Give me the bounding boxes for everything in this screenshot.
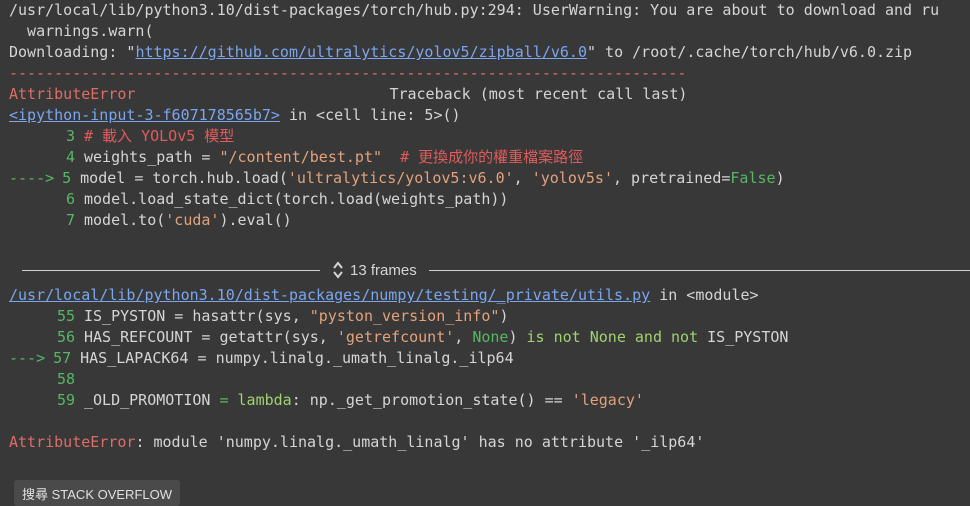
code-line-current: ----> 5 model = torch.hub.load('ultralytic… <box>9 169 785 187</box>
final-error: AttributeError: module 'numpy.linalg._um… <box>9 432 970 453</box>
cell-output: /usr/local/lib/python3.10/dist-packages/… <box>9 0 970 231</box>
numpy-frame: /usr/local/lib/python3.10/dist-packages/… <box>9 285 970 453</box>
final-error-name: AttributeError <box>9 433 136 451</box>
code-line: 7 model.to('cuda').eval() <box>65 211 292 229</box>
warning-call: warnings.warn( <box>9 22 154 40</box>
frame-location: /usr/local/lib/python3.10/dist-packages/… <box>9 286 759 304</box>
separator: ----------------------------------------… <box>9 64 687 82</box>
collapsed-frames[interactable]: 13 frames <box>0 258 970 282</box>
error-name: AttributeError <box>9 85 136 103</box>
final-error-message: : module 'numpy.linalg._umath_linalg' ha… <box>135 433 705 451</box>
warning-line: /usr/local/lib/python3.10/dist-packages/… <box>9 1 940 19</box>
download-url-link[interactable]: https://github.com/ultralytics/yolov5/zi… <box>135 43 587 61</box>
divider <box>428 269 970 271</box>
divider <box>22 269 320 271</box>
code-line: 58 <box>56 370 75 388</box>
code-line: 59 _OLD_PROMOTION = lambda: np._get_promo… <box>56 391 644 409</box>
traceback-title: Traceback (most recent call last) <box>389 85 688 103</box>
downloading-line: Downloading: "https://github.com/ultraly… <box>9 43 913 61</box>
code-line: 55 IS_PYSTON = hasattr(sys, "pyston_versi… <box>56 307 509 325</box>
search-stack-overflow-button[interactable]: 搜尋 STACK OVERFLOW <box>14 480 180 506</box>
cell-location: <ipython-input-3-f607178565b7> in <cell … <box>9 106 461 124</box>
code-line: 4 weights_path = "/content/best.pt" # 更換成… <box>65 148 584 166</box>
code-line: 3 # 載入 YOLOv5 模型 <box>65 127 235 145</box>
traceback-header: AttributeError Traceback (most recent cal… <box>9 84 970 105</box>
frames-label: 13 frames <box>350 261 417 279</box>
cell-link[interactable]: <ipython-input-3-f607178565b7> <box>9 106 280 124</box>
code-line: 56 HAS_REFCOUNT = getattr(sys, 'getrefcou… <box>56 328 789 346</box>
numpy-file-link[interactable]: /usr/local/lib/python3.10/dist-packages/… <box>9 286 650 304</box>
code-line-current: ---> 57 HAS_LAPACK64 = numpy.linalg._umath… <box>9 349 514 367</box>
expand-chevrons-icon <box>333 261 343 279</box>
code-line: 6 model.load_state_dict(torch.load(weight… <box>65 190 509 208</box>
frames-toggle[interactable]: 13 frames <box>320 260 429 280</box>
